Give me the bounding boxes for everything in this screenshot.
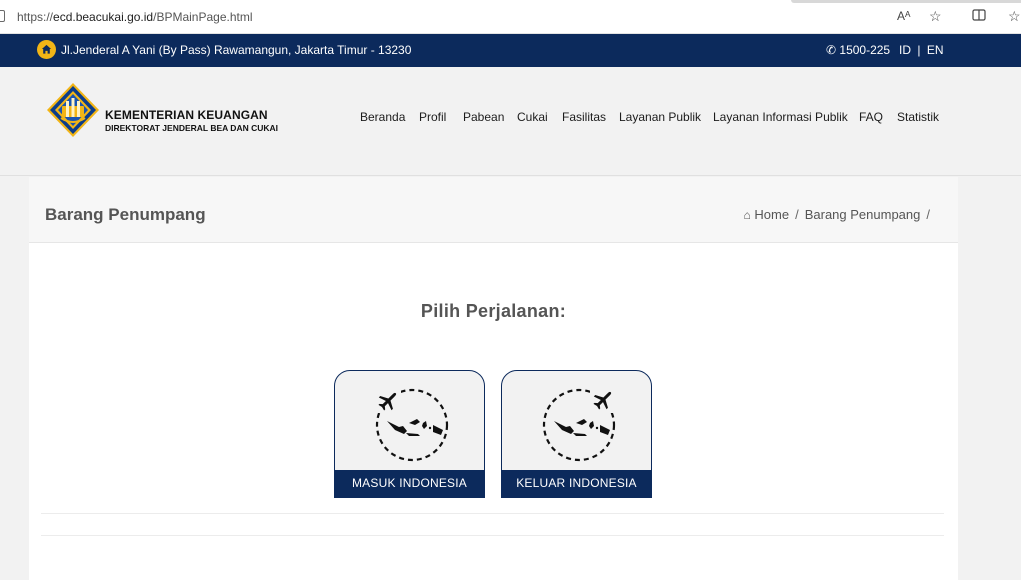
lang-id-link[interactable]: ID — [899, 43, 911, 57]
breadcrumb: ⌂ Home / Barang Penumpang / — [744, 207, 936, 222]
page-title: Barang Penumpang — [45, 205, 206, 224]
breadcrumb-separator: / — [795, 207, 799, 222]
nav-layanan-informasi-publik[interactable]: Layanan Informasi Publik — [713, 110, 848, 124]
nav-cukai[interactable]: Cukai — [517, 110, 548, 124]
browser-tab-edge — [791, 0, 1021, 3]
nav-layanan-publik[interactable]: Layanan Publik — [619, 110, 701, 124]
home-icon: ⌂ — [743, 208, 751, 222]
lang-en-link[interactable]: EN — [927, 43, 944, 57]
nav-pabean[interactable]: Pabean — [463, 110, 504, 124]
breadcrumb-home[interactable]: ⌂ Home — [744, 207, 790, 222]
keluar-indonesia-label: KELUAR INDONESIA — [502, 470, 651, 497]
url-path: /BPMainPage.html — [153, 10, 253, 24]
phone-contact[interactable]: ✆ 1500-225 — [826, 43, 890, 57]
favorites-icon[interactable]: ☆ — [1008, 8, 1021, 24]
arrival-plane-map-icon — [375, 387, 449, 462]
divider — [41, 535, 944, 536]
nav-beranda[interactable]: Beranda — [360, 110, 405, 124]
favorite-star-icon[interactable]: ☆ — [929, 8, 942, 24]
url-host: ecd.beacukai.go.id — [53, 10, 154, 24]
site-info-icon[interactable] — [0, 10, 5, 22]
phone-icon: ✆ — [826, 43, 840, 57]
site-header: KEMENTERIAN KEUANGAN DIREKTORAT JENDERAL… — [0, 67, 1021, 176]
language-switcher: ID | EN — [899, 43, 943, 57]
main-content: Pilih Perjalanan: MASUK INDONESIA KELUAR… — [29, 243, 958, 580]
masuk-indonesia-button[interactable]: MASUK INDONESIA — [334, 370, 485, 498]
breadcrumb-current[interactable]: Barang Penumpang — [805, 207, 921, 222]
page-title-bar: Barang Penumpang ⌂ Home / Barang Penumpang… — [29, 177, 958, 243]
home-icon[interactable] — [37, 40, 56, 59]
keluar-indonesia-button[interactable]: KELUAR INDONESIA — [501, 370, 652, 498]
breadcrumb-separator: / — [926, 207, 930, 222]
nav-statistik[interactable]: Statistik — [897, 110, 939, 124]
main-nav: Beranda Profil Pabean Cukai Fasilitas La… — [0, 110, 1021, 126]
browser-address-bar: https://ecd.beacukai.go.id/BPMainPage.ht… — [0, 0, 1021, 34]
nav-fasilitas[interactable]: Fasilitas — [562, 110, 606, 124]
split-screen-icon[interactable] — [972, 8, 986, 25]
url-prefix: https:// — [17, 10, 54, 24]
office-address: Jl.Jenderal A Yani (By Pass) Rawamangun,… — [61, 43, 412, 57]
top-info-bar: Jl.Jenderal A Yani (By Pass) Rawamangun,… — [0, 34, 1021, 67]
departure-plane-map-icon — [542, 387, 616, 462]
nav-profil[interactable]: Profil — [419, 110, 446, 124]
travel-prompt: Pilih Perjalanan: — [420, 301, 567, 321]
phone-number: 1500-225 — [839, 43, 891, 57]
read-aloud-icon[interactable]: Aᴬ — [897, 8, 910, 24]
nav-faq[interactable]: FAQ — [859, 110, 883, 124]
address-url[interactable]: https://ecd.beacukai.go.id/BPMainPage.ht… — [17, 10, 253, 24]
divider — [41, 513, 944, 514]
breadcrumb-home-label: Home — [754, 207, 790, 222]
lang-separator: | — [917, 43, 921, 57]
masuk-indonesia-label: MASUK INDONESIA — [335, 470, 484, 497]
